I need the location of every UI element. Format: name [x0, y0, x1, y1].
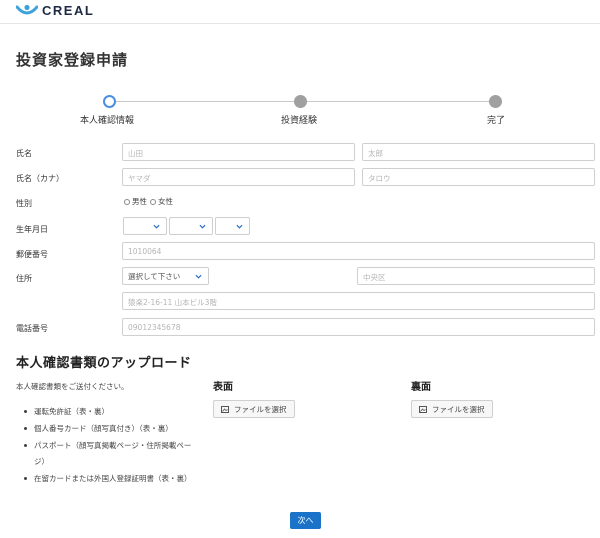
image-icon	[419, 405, 427, 413]
prefecture-select[interactable]: 選択して下さい	[122, 267, 209, 285]
postal-code-input[interactable]: 1010064	[122, 242, 595, 260]
prefecture-select-value: 選択して下さい	[128, 271, 181, 281]
chevron-down-icon	[153, 224, 160, 229]
step-2-indicator	[294, 95, 307, 108]
next-button[interactable]: 次へ	[290, 512, 321, 529]
front-file-select-button[interactable]: ファイルを選択	[213, 400, 295, 418]
step-connector	[116, 101, 296, 102]
chevron-down-icon	[199, 224, 206, 229]
address-label: 住所	[16, 274, 32, 283]
gender-radio-group: 男性 女性	[124, 196, 176, 207]
name-label: 氏名	[16, 149, 32, 158]
list-item: 運転免許証（表・裏）	[22, 404, 202, 420]
upload-section-title: 本人確認書類のアップロード	[16, 356, 192, 371]
birth-month-select[interactable]	[169, 217, 213, 235]
birthdate-label: 生年月日	[16, 225, 48, 234]
last-name-input[interactable]: 山田	[122, 143, 355, 161]
first-name-input[interactable]: 太郎	[362, 143, 595, 161]
creal-logo-icon	[16, 4, 38, 14]
image-icon	[221, 405, 229, 413]
birth-year-select[interactable]	[123, 217, 167, 235]
gender-label: 性別	[16, 199, 32, 208]
step-3-label: 完了	[487, 116, 506, 126]
step-3-indicator	[489, 95, 502, 108]
front-file-button-label: ファイルを選択	[234, 404, 287, 414]
chevron-down-icon	[195, 274, 202, 279]
back-file-select-button[interactable]: ファイルを選択	[411, 400, 493, 418]
gender-male-radio[interactable]	[124, 198, 130, 205]
gender-female-radio[interactable]	[150, 198, 156, 205]
document-list: 運転免許証（表・裏） 個人番号カード（顔写真付き）（表・裏） パスポート（顔写真…	[22, 404, 202, 488]
step-2-label: 投資経験	[281, 116, 318, 126]
chevron-down-icon	[236, 224, 243, 229]
logo-text: CREAL	[42, 3, 95, 18]
first-name-kana-input[interactable]: タロウ	[362, 168, 595, 186]
list-item: パスポート（顔写真掲載ページ・住所掲載ページ）	[22, 438, 202, 470]
step-1-indicator	[103, 95, 116, 108]
street-address-input[interactable]: 猿楽2-16-11 山本ビル3階	[122, 292, 595, 310]
phone-label: 電話番号	[16, 324, 48, 333]
birth-day-select[interactable]	[215, 217, 250, 235]
last-name-kana-input[interactable]: ヤマダ	[122, 168, 355, 186]
front-side-title: 表面	[213, 382, 233, 393]
upload-note: 本人確認書類をご送付ください。	[16, 382, 129, 391]
list-item: 個人番号カード（顔写真付き）（表・裏）	[22, 421, 202, 437]
postal-label: 郵便番号	[16, 250, 48, 259]
kana-label: 氏名（カナ）	[16, 174, 64, 183]
list-item: 在留カードまたは外国人登録証明書（表・裏）	[22, 471, 202, 487]
creal-logo[interactable]: CREAL	[16, 3, 94, 18]
step-connector	[307, 101, 489, 102]
page-title: 投資家登録申請	[16, 51, 129, 69]
city-input[interactable]: 中央区	[357, 267, 595, 285]
site-header: CREAL	[0, 0, 600, 24]
gender-female-label[interactable]: 女性	[158, 196, 173, 207]
back-file-button-label: ファイルを選択	[432, 404, 485, 414]
step-1-label: 本人確認情報	[80, 116, 135, 126]
phone-input[interactable]: 09012345678	[122, 318, 595, 336]
back-side-title: 裏面	[411, 382, 431, 393]
gender-male-label[interactable]: 男性	[132, 196, 147, 207]
